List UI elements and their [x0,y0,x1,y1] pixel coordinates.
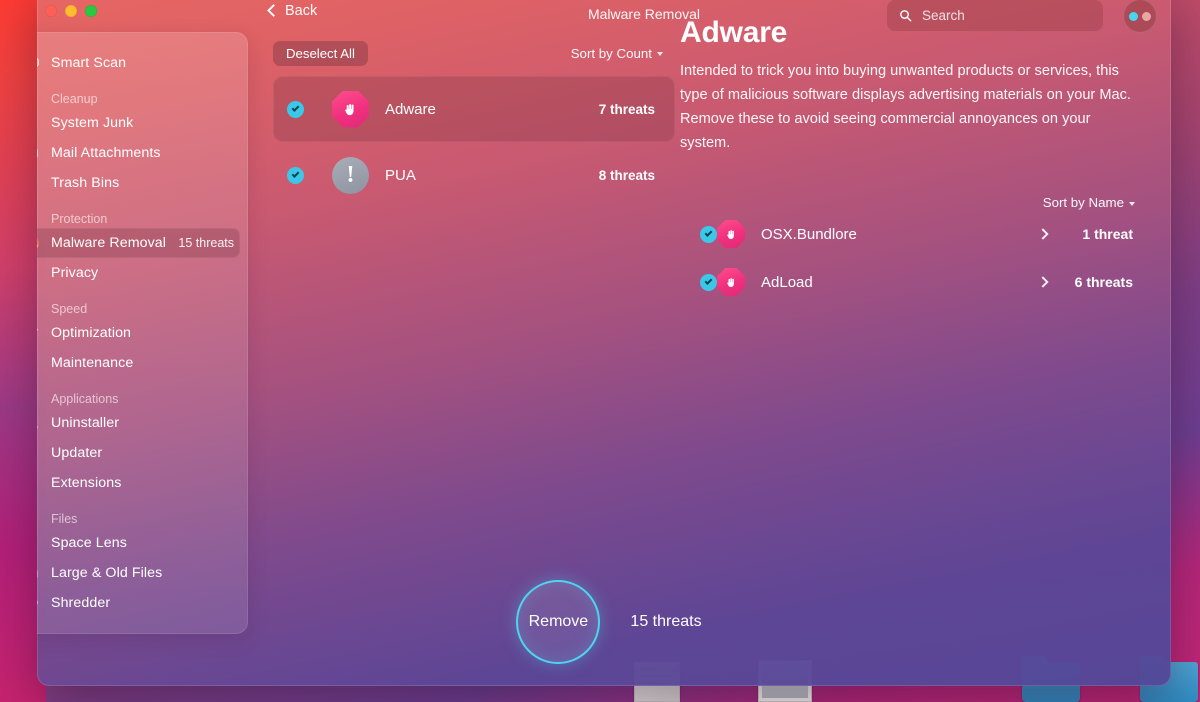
sidebar-item-uninstaller[interactable]: Uninstaller [37,408,240,438]
checkmark-icon [291,170,300,178]
sidebar-label: Mail Attachments [51,145,161,161]
item-checkbox-adload[interactable] [700,273,717,291]
back-button-label: Back [285,3,318,19]
list-toolbar: Deselect All Sort by Count [273,40,675,66]
sidebar-item-extensions[interactable]: Extensions [37,468,240,498]
sort-by-name-control[interactable]: Sort by Name [680,195,1135,210]
sort-by-count-control[interactable]: Sort by Count [571,46,663,61]
trash-icon [37,172,41,194]
sidebar-group-files: Files [51,512,78,526]
biohazard-icon [37,232,41,254]
sidebar-item-mail-attachments[interactable]: Mail Attachments [37,138,240,168]
list-item[interactable]: OSX.Bundlore 1 threat [680,210,1137,258]
threat-item-count: 1 threat [1082,226,1133,242]
page-title: Adware [680,16,788,49]
sidebar-label: Uninstaller [51,415,120,431]
sidebar: Smart Scan Cleanup System Junk Mail Atta… [37,32,248,634]
app-window: Back Malware Removal Search Smart Scan C… [37,0,1171,686]
sidebar-label: Optimization [51,325,132,341]
sidebar-item-privacy[interactable]: Privacy [37,258,240,288]
threat-category-list: Deselect All Sort by Count Adware 7 thre… [273,32,675,632]
sidebar-label: Updater [51,445,103,461]
broom-icon [37,112,41,134]
back-button[interactable]: Back [267,3,318,19]
hand-icon [37,262,41,284]
sidebar-label: Smart Scan [51,55,127,71]
deselect-all-button[interactable]: Deselect All [273,40,368,66]
table-row[interactable]: Adware 7 threats [273,76,675,142]
stop-hand-icon [332,90,369,128]
desktop-background: Back Malware Removal Search Smart Scan C… [0,0,1200,702]
remove-button[interactable]: Remove [516,580,601,664]
lens-icon [37,532,41,554]
threat-category-name: PUA [385,166,416,184]
sort-by-count-label: Sort by Count [570,45,652,61]
puzzle-icon [37,472,41,494]
checkmark-icon [291,104,300,112]
threat-item-name: AdLoad [761,273,813,291]
sidebar-item-updater[interactable]: Updater [37,438,240,468]
sidebar-label: Maintenance [51,355,134,371]
row-checkbox-adware[interactable] [287,100,304,118]
zoom-button[interactable] [85,5,97,17]
checkmark-icon [704,229,713,237]
chevron-down-icon [657,52,663,56]
sidebar-group-applications: Applications [51,392,119,406]
sidebar-label: Privacy [51,265,99,281]
sidebar-item-system-junk[interactable]: System Junk [37,108,240,138]
chevron-down-icon [1129,201,1135,206]
sidebar-item-maintenance[interactable]: Maintenance [37,348,240,378]
sidebar-item-smart-scan[interactable]: Smart Scan [37,48,240,78]
threat-category-count: 8 threats [598,167,655,183]
chevron-left-icon [267,4,280,17]
checkmark-icon [704,277,713,285]
list-item[interactable]: AdLoad 6 threats [680,258,1137,306]
threat-item-count: 6 threats [1074,274,1133,290]
threat-item-name: OSX.Bundlore [761,225,857,243]
sidebar-label: Space Lens [51,535,127,551]
refresh-icon [37,442,41,464]
sidebar-label: Malware Removal [51,235,167,251]
row-checkbox-pua[interactable] [287,166,304,184]
stop-hand-icon [717,220,745,248]
uninstaller-icon [37,412,41,434]
sidebar-group-protection: Protection [51,212,108,226]
sidebar-group-speed: Speed [51,302,88,316]
detail-description: Intended to trick you into buying unwant… [680,63,1131,151]
sidebar-item-trash-bins[interactable]: Trash Bins [37,168,240,198]
sidebar-group-cleanup: Cleanup [51,92,98,106]
sidebar-label: Extensions [51,475,122,491]
exclamation-icon: ! [332,156,369,194]
sidebar-item-optimization[interactable]: Optimization [37,318,240,348]
window-controls[interactable] [45,5,97,17]
item-checkbox-osx-bundlore[interactable] [700,225,717,243]
mail-icon [37,142,41,164]
close-button[interactable] [45,5,57,17]
minimize-button[interactable] [65,5,77,17]
action-bar: Remove 15 threats [37,572,1171,672]
sort-by-name-label: Sort by Name [1042,195,1124,210]
sidebar-item-space-lens[interactable]: Space Lens [37,528,240,558]
wrench-icon [37,352,41,374]
stop-hand-icon [717,268,745,296]
scanner-icon [37,52,41,74]
threat-category-count: 7 threats [598,101,655,117]
sliders-icon [37,322,41,344]
table-row[interactable]: ! PUA 8 threats [273,142,675,208]
threat-category-name: Adware [385,100,436,118]
total-threats-label: 15 threats [630,613,702,630]
sidebar-label: Trash Bins [51,175,120,191]
sidebar-badge-threats: 15 threats [178,236,234,250]
sidebar-item-malware-removal[interactable]: Malware Removal 15 threats [37,228,240,258]
sidebar-label: System Junk [51,115,134,131]
